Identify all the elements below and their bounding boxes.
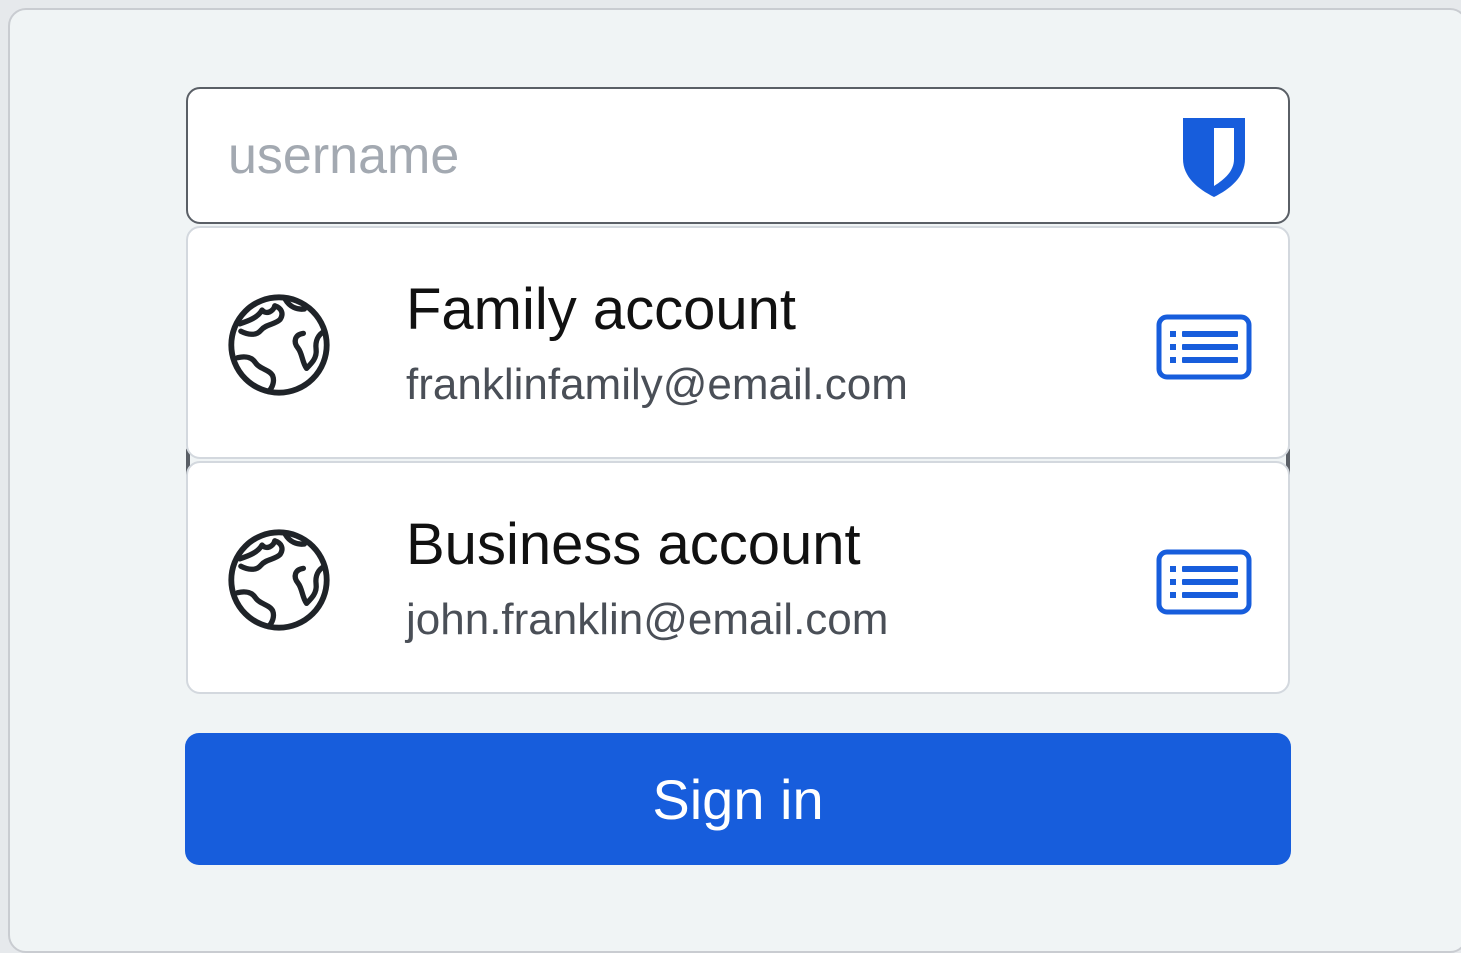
list-card-icon[interactable] (1156, 549, 1252, 615)
list-card-icon[interactable] (1156, 314, 1252, 380)
username-input[interactable] (228, 113, 1128, 199)
account-name: Business account (406, 512, 861, 577)
globe-icon (228, 529, 330, 631)
account-option-business[interactable]: Business account john.franklin@email.com (186, 461, 1290, 694)
globe-icon (228, 294, 330, 396)
username-field[interactable] (186, 87, 1290, 224)
sign-in-button[interactable]: Sign in (185, 733, 1291, 865)
account-name: Family account (406, 277, 797, 342)
account-email: franklinfamily@email.com (406, 360, 908, 409)
account-email: john.franklin@email.com (406, 595, 889, 644)
account-suggestions-list: Family account franklinfamily@email.com … (186, 226, 1290, 695)
account-option-family[interactable]: Family account franklinfamily@email.com (186, 226, 1290, 459)
bitwarden-shield-icon[interactable] (1178, 115, 1250, 199)
